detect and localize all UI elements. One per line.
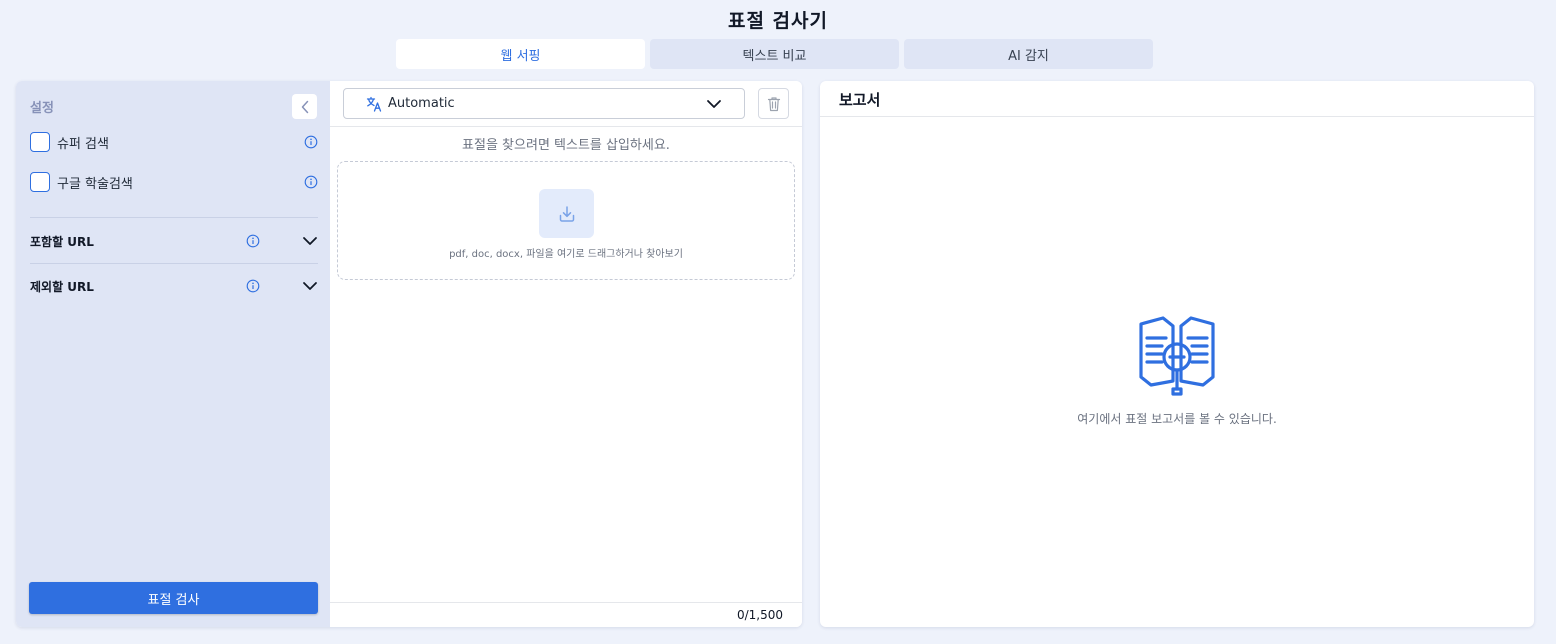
divider [30, 263, 318, 264]
google-scholar-checkbox[interactable] [30, 172, 50, 192]
language-value: Automatic [388, 96, 455, 111]
settings-title: 설정 [30, 101, 54, 116]
clear-text-button[interactable] [758, 88, 789, 119]
divider [330, 126, 802, 127]
info-icon[interactable] [246, 279, 260, 293]
page-title: 표절 검사기 [727, 10, 828, 32]
info-icon[interactable] [304, 135, 318, 149]
accordion-include-url[interactable]: 포함할 URL [30, 231, 318, 251]
mode-tabs: 웹 서핑 텍스트 비교 AI 감지 [396, 39, 1153, 69]
super-search-checkbox[interactable] [30, 132, 50, 152]
language-select[interactable]: Automatic [343, 88, 745, 119]
google-scholar-label: 구글 학술검색 [57, 176, 133, 192]
report-empty-message: 여기에서 표절 보고서를 볼 수 있습니다. [1077, 412, 1277, 426]
report-card: 보고서 여기에서 표절 보고서를 볼 수 있습니다. [820, 81, 1534, 627]
tab-text-compare[interactable]: 텍스트 비교 [650, 39, 899, 69]
divider [30, 217, 318, 218]
chevron-down-icon [303, 282, 317, 290]
include-url-label: 포함할 URL [30, 234, 94, 249]
exclude-url-label: 제외할 URL [30, 279, 94, 294]
chevron-left-icon [301, 100, 308, 113]
tab-web-surfing[interactable]: 웹 서핑 [396, 39, 645, 69]
text-editor-panel: Automatic 표절을 찾으려면 텍스트를 삽입하세요. pdf, doc,… [330, 81, 802, 627]
divider [330, 602, 802, 603]
chevron-down-icon [303, 237, 317, 245]
info-icon[interactable] [304, 175, 318, 189]
file-dropzone[interactable]: pdf, doc, docx, 파일을 여기로 드래그하거나 찾아보기 [337, 161, 795, 280]
tab-ai-detect[interactable]: AI 감지 [904, 39, 1153, 69]
report-title: 보고서 [839, 91, 881, 109]
check-plagiarism-button[interactable]: 표절 검사 [29, 582, 318, 614]
upload-icon-box [539, 189, 594, 238]
text-input-placeholder[interactable]: 표절을 찾으려면 텍스트를 삽입하세요. [330, 134, 802, 153]
chevron-down-icon [707, 100, 721, 108]
dropzone-hint: pdf, doc, docx, 파일을 여기로 드래그하거나 찾아보기 [449, 249, 683, 260]
option-google-scholar: 구글 학술검색 [30, 172, 318, 192]
info-icon[interactable] [246, 234, 260, 248]
super-search-label: 슈퍼 검색 [57, 136, 109, 152]
divider [820, 116, 1534, 117]
collapse-sidebar-button[interactable] [292, 94, 317, 119]
translate-icon [366, 96, 382, 112]
input-card: 설정 슈퍼 검색 구글 학술검색 포함할 URL 제외할 URL 표절 검사 A… [16, 81, 802, 627]
trash-icon [767, 96, 780, 111]
settings-sidebar: 설정 슈퍼 검색 구글 학술검색 포함할 URL 제외할 URL 표절 검사 [16, 81, 330, 627]
accordion-exclude-url[interactable]: 제외할 URL [30, 276, 318, 296]
option-super-search: 슈퍼 검색 [30, 132, 318, 152]
book-magnifier-icon [1139, 316, 1215, 396]
download-icon [559, 205, 574, 222]
character-counter: 0/1,500 [736, 608, 783, 622]
